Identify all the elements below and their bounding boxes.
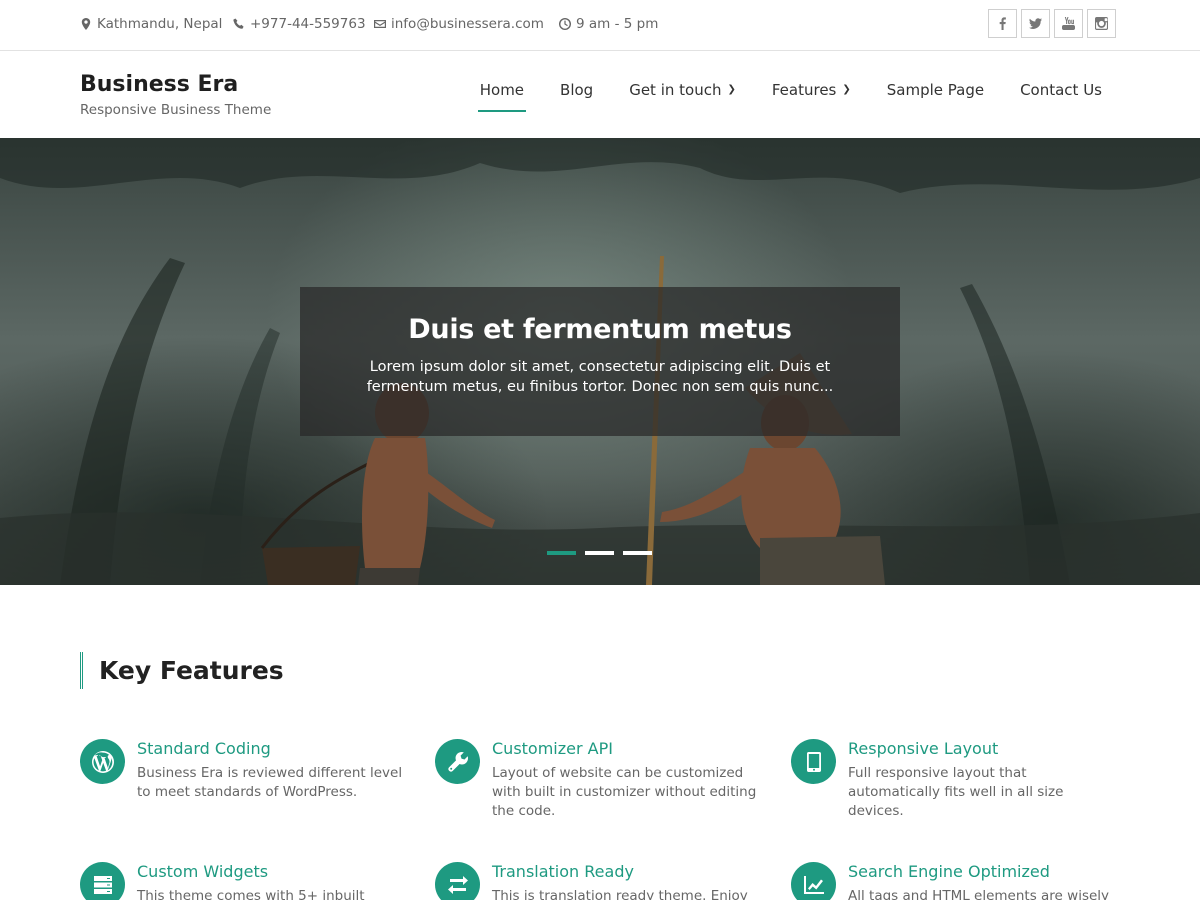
server-icon — [93, 875, 112, 894]
feature-description: Full responsive layout that automaticall… — [848, 765, 1064, 819]
nav-label: Get in touch — [629, 81, 722, 99]
top-bar: Kathmandu, Nepal +977-44-559763 info@bus… — [0, 0, 1200, 51]
site-title[interactable]: Business Era — [80, 72, 238, 97]
chevron-down-icon: ❯ — [842, 84, 851, 95]
feature-description: Layout of website can be customized with… — [492, 765, 757, 819]
hero-slider[interactable]: Duis et fermentum metus Lorem ipsum dolo… — [0, 138, 1200, 585]
feature-description: All tags and HTML elements are wisely — [848, 888, 1110, 900]
feature-title[interactable]: Translation Ready — [492, 862, 634, 881]
nav-item-features[interactable]: Features ❯ — [754, 81, 869, 112]
feature-title[interactable]: Custom Widgets — [137, 862, 268, 881]
wordpress-icon — [91, 750, 114, 773]
youtube-icon — [1062, 17, 1075, 30]
feature-title[interactable]: Customizer API — [492, 739, 613, 758]
feature-icon-circle — [80, 862, 125, 900]
slider-pagination — [547, 551, 652, 555]
instagram-link[interactable] — [1087, 9, 1116, 38]
instagram-icon — [1095, 17, 1108, 30]
tablet-icon — [806, 751, 821, 772]
nav-item-get-in-touch[interactable]: Get in touch ❯ — [611, 81, 754, 112]
email-info: info@businessera.com — [374, 16, 544, 32]
feature-description: This theme comes with 5+ inbuilt custom — [137, 888, 365, 900]
nav-label: Blog — [560, 81, 594, 99]
site-header: Business Era Responsive Business Theme H… — [0, 52, 1200, 138]
phone-text: +977-44-559763 — [250, 16, 366, 32]
section-title-key-features: Key Features — [80, 652, 284, 689]
slide-title: Duis et fermentum metus — [408, 314, 792, 345]
feature-icon-circle — [435, 739, 480, 784]
youtube-link[interactable] — [1054, 9, 1083, 38]
wrench-icon — [447, 751, 468, 772]
line-chart-icon — [803, 875, 824, 894]
clock-icon — [559, 18, 571, 30]
exchange-icon — [447, 875, 468, 894]
feature-title[interactable]: Standard Coding — [137, 739, 271, 758]
slider-dot-1[interactable] — [547, 551, 576, 555]
feature-description: This is translation ready theme. Enjoy — [492, 888, 748, 900]
location-info: Kathmandu, Nepal — [80, 16, 222, 32]
chevron-down-icon: ❯ — [727, 84, 736, 95]
hours-text: 9 am - 5 pm — [576, 16, 659, 32]
nav-item-blog[interactable]: Blog — [542, 81, 611, 112]
feature-icon-circle — [80, 739, 125, 784]
email-text[interactable]: info@businessera.com — [391, 16, 544, 32]
slider-dot-3[interactable] — [623, 551, 652, 555]
facebook-icon — [999, 17, 1006, 30]
social-links — [988, 9, 1116, 38]
nav-label: Contact Us — [1020, 81, 1102, 99]
feature-icon-circle — [791, 862, 836, 900]
feature-title[interactable]: Search Engine Optimized — [848, 862, 1050, 881]
nav-item-sample-page[interactable]: Sample Page — [869, 81, 1002, 112]
envelope-icon — [374, 20, 386, 28]
location-text: Kathmandu, Nepal — [97, 16, 223, 32]
slider-dot-2[interactable] — [585, 551, 614, 555]
phone-info: +977-44-559763 — [233, 16, 366, 32]
feature-description: Business Era is reviewed different level… — [137, 765, 403, 800]
nav-label: Features — [771, 81, 837, 99]
feature-title[interactable]: Responsive Layout — [848, 739, 998, 758]
nav-item-home[interactable]: Home — [462, 81, 542, 112]
feature-icon-circle — [791, 739, 836, 784]
phone-icon — [233, 18, 244, 29]
nav-label: Sample Page — [886, 81, 985, 99]
main-nav: Home Blog Get in touch ❯ Features ❯ Sample… — [462, 81, 1120, 112]
facebook-link[interactable] — [988, 9, 1017, 38]
nav-item-contact-us[interactable]: Contact Us — [1002, 81, 1120, 112]
slide-text: Lorem ipsum dolor sit amet, consectetur … — [366, 359, 834, 395]
hours-info: 9 am - 5 pm — [559, 16, 658, 32]
twitter-link[interactable] — [1021, 9, 1050, 38]
slide-caption: Duis et fermentum metus Lorem ipsum dolo… — [300, 287, 900, 436]
twitter-icon — [1029, 18, 1042, 29]
feature-icon-circle — [435, 862, 480, 900]
nav-label: Home — [479, 81, 525, 99]
site-tagline: Responsive Business Theme — [80, 102, 272, 118]
map-marker-icon — [81, 18, 91, 30]
